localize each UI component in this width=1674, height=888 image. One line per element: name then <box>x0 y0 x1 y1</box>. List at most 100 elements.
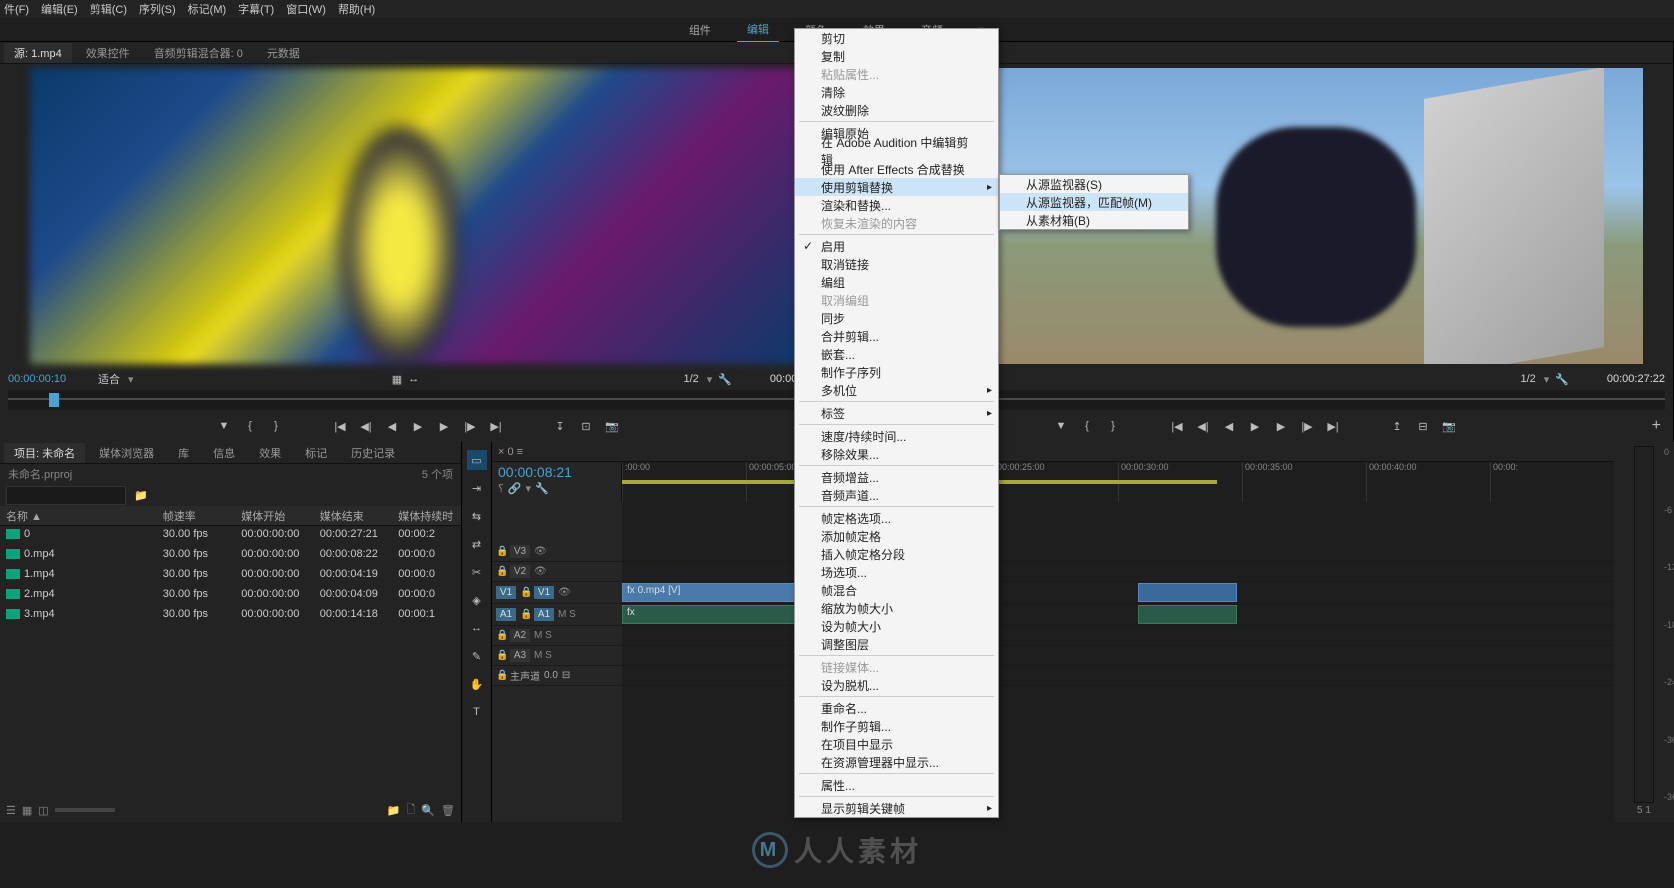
context-menu-item[interactable]: 在资源管理器中显示... <box>795 753 998 771</box>
out-point-icon[interactable]: } <box>1104 417 1122 435</box>
track-a2[interactable]: A2 <box>510 629 530 642</box>
markers-tab[interactable]: 标记 <box>295 443 337 463</box>
search-icon[interactable]: 🔍 <box>421 804 435 817</box>
timeline-timecode[interactable]: 00:00:08:21 <box>492 462 621 482</box>
context-menu-item[interactable]: 多机位 <box>795 381 998 399</box>
export-frame-icon[interactable]: 📷 <box>603 417 621 435</box>
timeline-clip-a1[interactable]: fx <box>622 605 801 624</box>
settings-icon[interactable]: 🔧 <box>535 482 549 495</box>
razor-tool-icon[interactable]: ◈ <box>467 590 487 610</box>
source-fit-dropdown[interactable]: 适合 <box>98 371 120 387</box>
lift-icon[interactable]: ↥ <box>1388 417 1406 435</box>
context-menu-item[interactable]: 移除效果... <box>795 445 998 463</box>
out-point-icon[interactable]: } <box>267 417 285 435</box>
main-track[interactable]: 主声道 <box>510 668 540 683</box>
context-menu-item[interactable]: 设为脱机... <box>795 676 998 694</box>
source-zoom-dropdown[interactable]: 1/2 <box>683 373 698 385</box>
step-back-frame-icon[interactable]: ◀ <box>1220 417 1238 435</box>
rate-stretch-tool-icon[interactable]: ✂ <box>467 562 487 582</box>
lock-icon[interactable]: 🔒 <box>496 630 506 641</box>
main-val[interactable]: 0.0 <box>544 670 558 681</box>
menu-marker[interactable]: 标记(M) <box>188 1 227 17</box>
track-v1[interactable]: V1 <box>534 586 554 599</box>
context-menu-item[interactable]: 速度/持续时间... <box>795 427 998 445</box>
context-menu-item[interactable]: 嵌套... <box>795 345 998 363</box>
col-fps[interactable]: 帧速率 <box>157 506 236 525</box>
goto-in-icon[interactable]: |◀ <box>331 417 349 435</box>
step-back-icon[interactable]: ◀| <box>357 417 375 435</box>
context-menu-item[interactable]: 同步 <box>795 309 998 327</box>
source-tab-effect-controls[interactable]: 效果控件 <box>76 43 140 63</box>
workspace-tab-assembly[interactable]: 组件 <box>679 18 721 42</box>
collapse-icon[interactable]: ⊟ <box>562 670 570 681</box>
context-menu-item[interactable]: 编组 <box>795 273 998 291</box>
track-v3[interactable]: V3 <box>510 545 530 558</box>
timeline-clip-a1-2[interactable] <box>1138 605 1237 624</box>
context-menu-item[interactable]: 音频增益... <box>795 468 998 486</box>
col-media-start[interactable]: 媒体开始 <box>235 506 314 525</box>
context-menu-item[interactable]: 渲染和替换... <box>795 196 998 214</box>
source-settings-icon[interactable]: ▦ <box>392 373 402 386</box>
source-tab-metadata[interactable]: 元数据 <box>257 43 310 63</box>
new-item-icon[interactable]: 🗋 <box>406 801 415 820</box>
pen-tool-icon[interactable]: ✎ <box>467 646 487 666</box>
extract-icon[interactable]: ⊟ <box>1414 417 1432 435</box>
lock-icon[interactable]: 🔒 <box>496 670 506 681</box>
trash-icon[interactable]: 🗑 <box>441 804 455 817</box>
step-fwd-icon[interactable]: |▶ <box>461 417 479 435</box>
menu-title[interactable]: 字幕(T) <box>238 1 274 17</box>
context-menu-item[interactable]: 复制 <box>795 47 998 65</box>
menu-help[interactable]: 帮助(H) <box>338 1 375 17</box>
context-menu-item[interactable]: 设为帧大小 <box>795 617 998 635</box>
source-timecode-in[interactable]: 00:00:00:10 <box>8 373 98 385</box>
context-menu-item[interactable]: 调整图层 <box>795 635 998 653</box>
sequence-tab[interactable]: × 0 ≡ <box>498 446 523 458</box>
lock-icon[interactable]: 🔒 <box>496 546 506 557</box>
insert-icon[interactable]: ↧ <box>551 417 569 435</box>
menu-file[interactable]: 件(F) <box>4 1 29 17</box>
track-a3[interactable]: A3 <box>510 649 530 662</box>
effects-tab[interactable]: 效果 <box>249 443 291 463</box>
menu-edit[interactable]: 编辑(E) <box>41 1 78 17</box>
table-row[interactable]: 3.mp430.00 fps00:00:00:0000:00:14:1800:0… <box>0 606 461 626</box>
info-tab[interactable]: 信息 <box>203 443 245 463</box>
context-menu-item[interactable]: 重命名... <box>795 699 998 717</box>
submenu-item[interactable]: 从源监视器，匹配帧(M) <box>1000 193 1188 211</box>
in-point-icon[interactable]: { <box>241 417 259 435</box>
hand-tool-icon[interactable]: ✋ <box>467 674 487 694</box>
snap-icon[interactable]: ⸮ <box>498 482 504 495</box>
submenu-item[interactable]: 从素材箱(B) <box>1000 211 1188 229</box>
col-name[interactable]: 名称 ▲ <box>0 506 157 525</box>
export-frame-icon[interactable]: 📷 <box>1440 417 1458 435</box>
source-scrubber[interactable] <box>8 390 828 410</box>
menu-window[interactable]: 窗口(W) <box>286 1 326 17</box>
selection-tool-icon[interactable]: ▭ <box>467 450 487 470</box>
freeform-view-icon[interactable]: ◫ <box>38 804 48 817</box>
play-icon[interactable]: ▶ <box>1246 417 1264 435</box>
context-menu-item[interactable]: 帧混合 <box>795 581 998 599</box>
menu-clip[interactable]: 剪辑(C) <box>90 1 127 17</box>
goto-out-icon[interactable]: ▶| <box>1324 417 1342 435</box>
step-back-frame-icon[interactable]: ◀ <box>383 417 401 435</box>
linked-selection-icon[interactable]: 🔗 <box>508 482 522 495</box>
marker-add-icon[interactable]: ▾ <box>526 482 532 495</box>
source-tab-clip[interactable]: 源: 1.mp4 <box>4 43 72 63</box>
program-zoom-dropdown[interactable]: 1/2 <box>1520 373 1535 385</box>
context-menu-item[interactable]: 属性... <box>795 776 998 794</box>
step-back-icon[interactable]: ◀| <box>1194 417 1212 435</box>
submenu-item[interactable]: 从源监视器(S) <box>1000 175 1188 193</box>
mute-solo[interactable]: M S <box>534 650 552 661</box>
context-menu-item[interactable]: 在 Adobe Audition 中编辑剪辑 <box>795 142 998 160</box>
context-menu-item[interactable]: 使用 After Effects 合成替换 <box>795 160 998 178</box>
track-a1[interactable]: A1 <box>534 608 554 621</box>
context-menu-item[interactable]: 插入帧定格分段 <box>795 545 998 563</box>
table-row[interactable]: 1.mp430.00 fps00:00:00:0000:00:04:1900:0… <box>0 566 461 586</box>
context-menu-item[interactable]: 制作子剪辑... <box>795 717 998 735</box>
timeline-ruler[interactable]: :00:0000:00:05:0000:00:25:0000:00:30:000… <box>622 462 1614 502</box>
add-button-icon[interactable]: + <box>1652 417 1661 435</box>
project-search-input[interactable] <box>6 486 126 505</box>
project-tab[interactable]: 项目: 未命名 <box>4 443 85 463</box>
context-menu-item[interactable]: 波纹删除 <box>795 101 998 119</box>
timeline-clip-v1-2[interactable] <box>1138 583 1237 602</box>
lock-icon[interactable]: 🔒 <box>520 609 530 620</box>
